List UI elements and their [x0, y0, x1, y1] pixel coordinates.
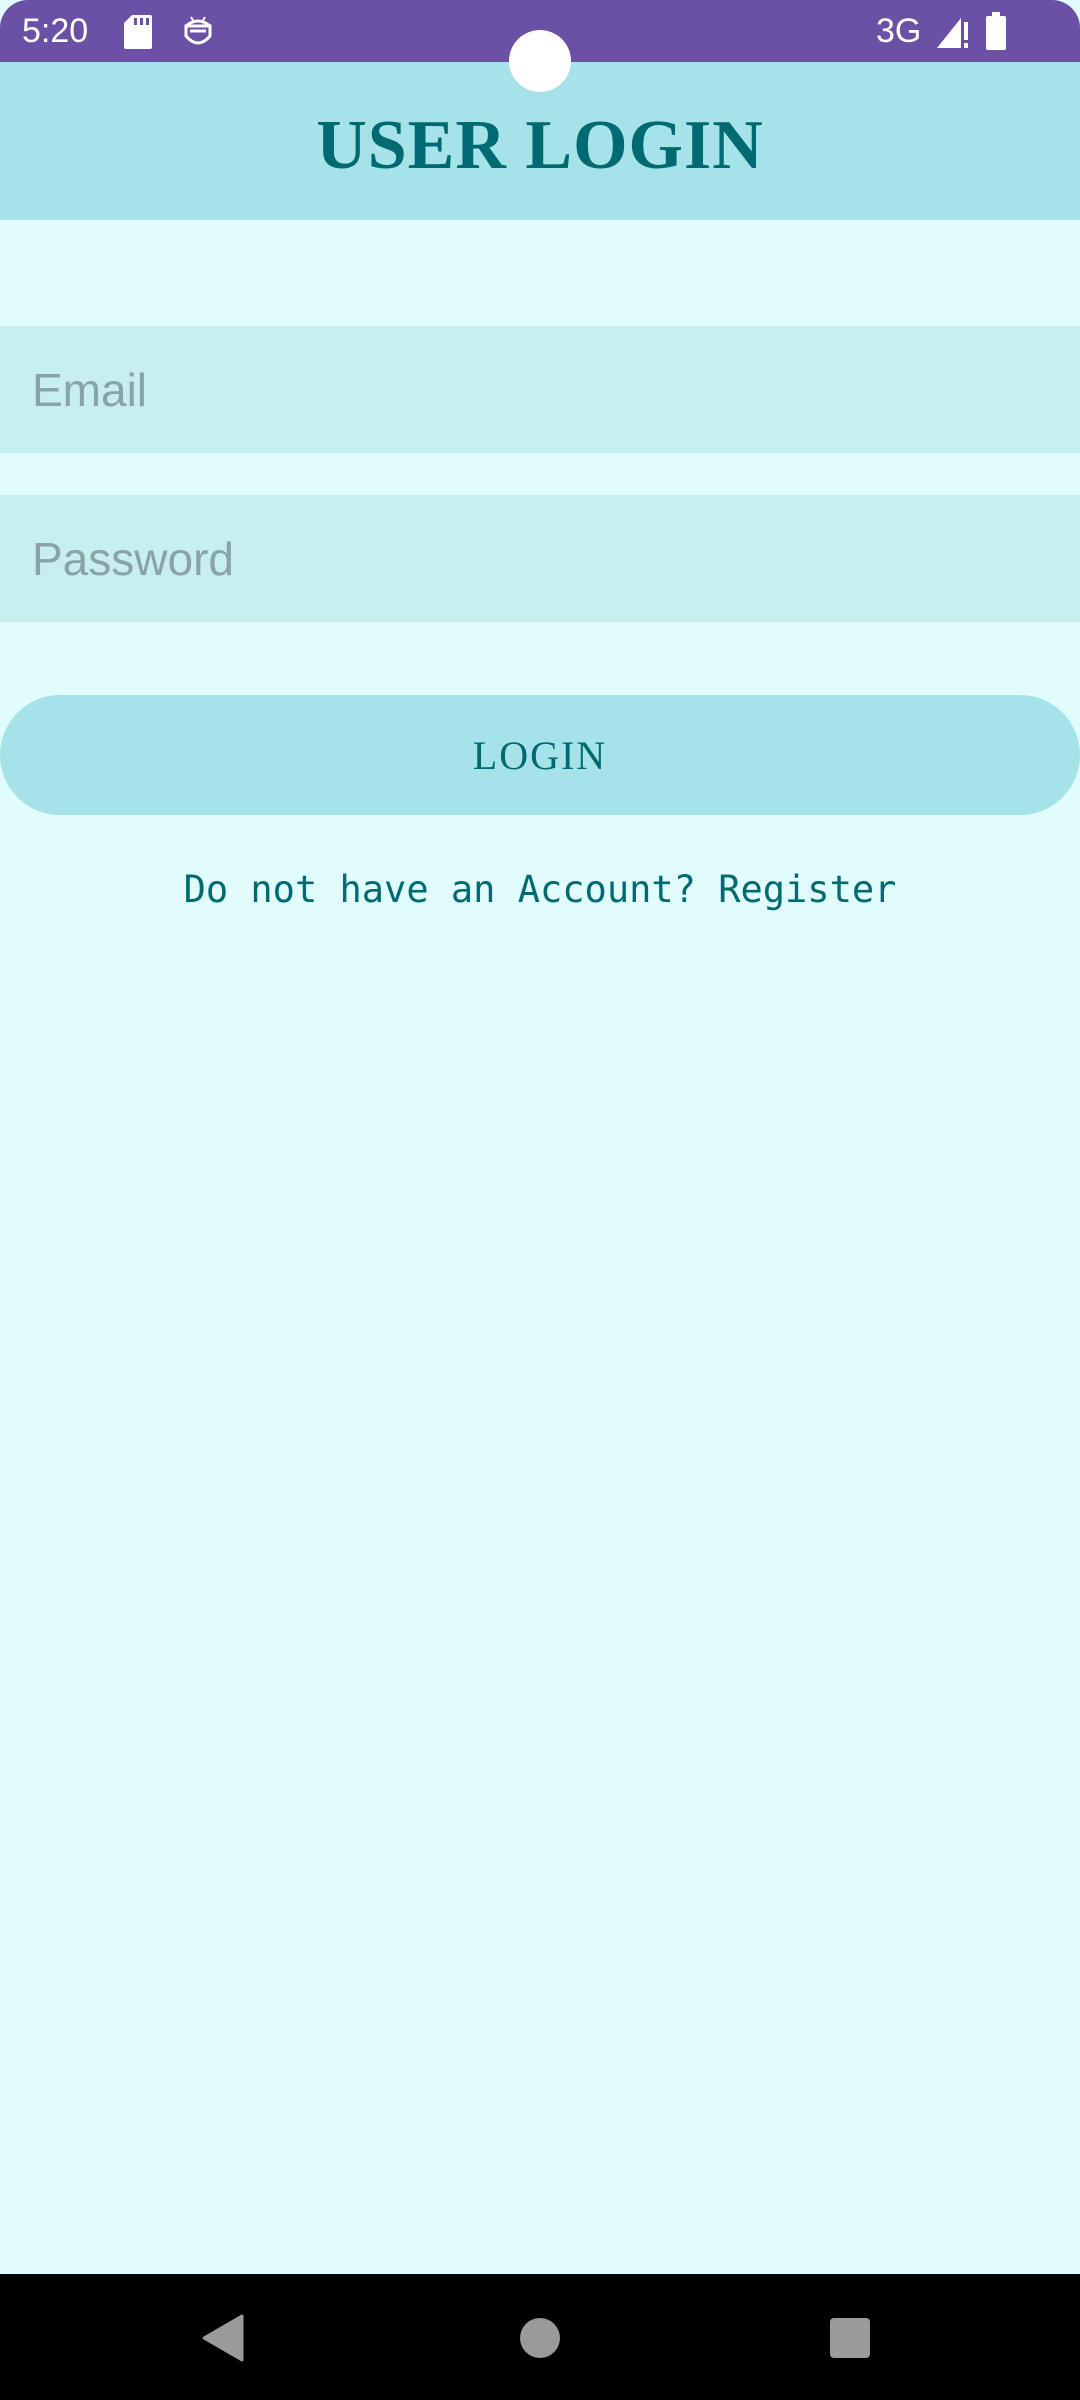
- back-icon[interactable]: [202, 2314, 246, 2362]
- robot-icon: [184, 16, 212, 45]
- password-field[interactable]: [0, 495, 1080, 622]
- navigation-bar: [0, 2274, 1080, 2400]
- login-button[interactable]: LOGIN: [0, 695, 1080, 815]
- page-title: USER LOGIN: [316, 107, 764, 184]
- login-screen: 5:20 3G USER LOGIN LOGIN D: [0, 0, 1080, 2400]
- battery-icon: [986, 12, 1006, 50]
- sd-card-icon: [124, 15, 152, 49]
- camera-cutout: [509, 30, 571, 92]
- email-field[interactable]: [0, 326, 1080, 453]
- network-type-label: 3G: [876, 12, 922, 50]
- register-link[interactable]: Do not have an Account? Register: [0, 868, 1080, 911]
- home-icon[interactable]: [520, 2318, 560, 2358]
- recents-icon[interactable]: [830, 2318, 870, 2358]
- signal-icon: [937, 18, 968, 48]
- status-time: 5:20: [22, 12, 89, 50]
